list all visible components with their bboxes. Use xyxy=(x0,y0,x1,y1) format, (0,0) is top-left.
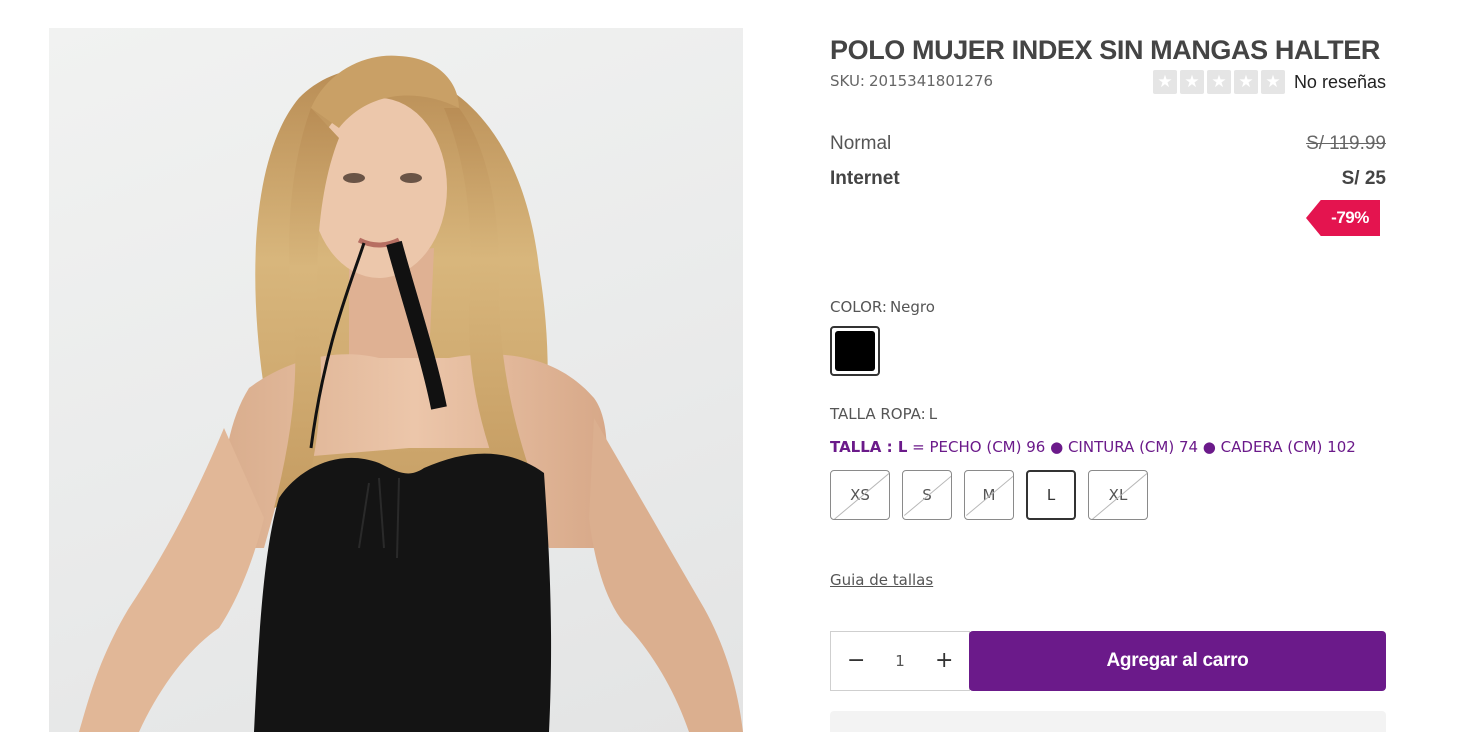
price-internet-row: Internet S/ 25 xyxy=(830,168,1386,190)
size-label: TALLA ROPA: L xyxy=(830,405,937,423)
rating[interactable]: ★ ★ ★ ★ ★ No reseñas xyxy=(1152,70,1386,94)
price-normal-label: Normal xyxy=(830,133,892,154)
size-guide-link[interactable]: Guia de tallas xyxy=(830,571,933,589)
size-option-s[interactable]: S xyxy=(902,470,952,520)
sku-value: 2015341801276 xyxy=(869,72,994,90)
size-option-l[interactable]: L xyxy=(1026,470,1076,520)
product-title: POLO MUJER INDEX SIN MANGAS HALTER xyxy=(830,35,1380,65)
size-option-xl[interactable]: XL xyxy=(1088,470,1148,520)
color-swatch-negro[interactable] xyxy=(830,326,880,376)
size-label-text: TALLA ROPA: xyxy=(830,405,926,423)
info-panel-partial xyxy=(830,711,1386,732)
star-icon: ★ xyxy=(1206,70,1231,94)
sku-label: SKU: xyxy=(830,72,865,90)
quantity-increase-button[interactable]: + xyxy=(935,650,953,672)
product-image[interactable] xyxy=(49,28,743,732)
color-selected-value: Negro xyxy=(889,298,935,316)
quantity-stepper: − 1 + xyxy=(830,631,970,691)
discount-badge: -79% xyxy=(1306,200,1380,236)
size-option-xs[interactable]: XS xyxy=(830,470,890,520)
size-measure-prefix: TALLA : L xyxy=(830,438,908,456)
product-photo xyxy=(79,55,743,732)
reviews-count[interactable]: No reseñas xyxy=(1294,72,1386,93)
star-icon: ★ xyxy=(1152,70,1177,94)
quantity-decrease-button[interactable]: − xyxy=(847,650,865,672)
quantity-value[interactable]: 1 xyxy=(895,652,905,670)
size-measure-text: = PECHO (CM) 96 ● CINTURA (CM) 74 ● CADE… xyxy=(907,438,1356,456)
rating-stars: ★ ★ ★ ★ ★ xyxy=(1152,70,1285,94)
star-icon: ★ xyxy=(1233,70,1258,94)
color-label: COLOR: Negro xyxy=(830,298,935,316)
size-options: XS S M L XL xyxy=(830,470,1148,520)
star-icon: ★ xyxy=(1260,70,1285,94)
add-to-cart-button[interactable]: Agregar al carro xyxy=(969,631,1386,691)
sku: SKU: 2015341801276 xyxy=(830,72,993,90)
size-measurements: TALLA : L = PECHO (CM) 96 ● CINTURA (CM)… xyxy=(830,438,1356,456)
price-normal-row: Normal S/ 119.99 xyxy=(830,133,1386,155)
size-option-m[interactable]: M xyxy=(964,470,1014,520)
color-swatch-fill xyxy=(835,331,875,371)
size-selected-value: L xyxy=(928,405,938,423)
price-normal-value: S/ 119.99 xyxy=(1306,133,1386,154)
price-internet-value: S/ 25 xyxy=(1341,168,1386,189)
color-label-text: COLOR: xyxy=(830,298,887,316)
star-icon: ★ xyxy=(1179,70,1204,94)
price-internet-label: Internet xyxy=(830,168,900,189)
